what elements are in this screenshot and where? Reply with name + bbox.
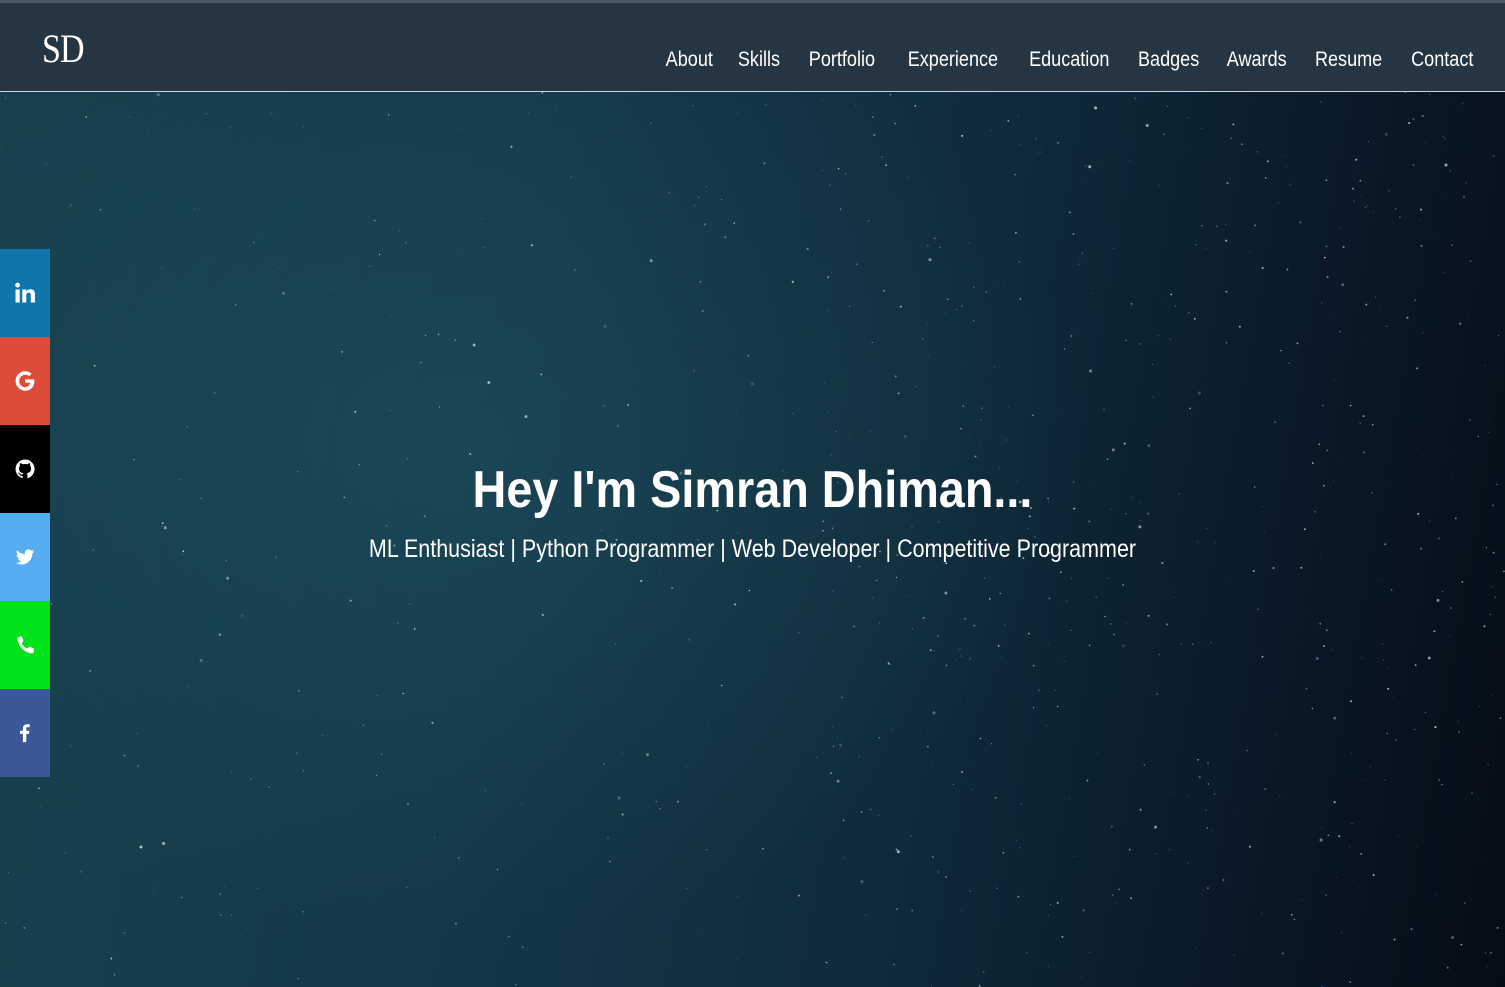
nav-experience[interactable]: Experience: [908, 48, 998, 72]
twitter-icon: [15, 549, 35, 565]
google-icon: [15, 371, 35, 391]
social-sidebar: [0, 249, 50, 777]
twitter-button[interactable]: [0, 513, 50, 601]
nav-portfolio[interactable]: Portfolio: [809, 48, 875, 72]
phone-icon: [17, 636, 34, 654]
nav-contact[interactable]: Contact: [1411, 48, 1473, 72]
github-button[interactable]: [0, 425, 50, 513]
linkedin-icon: [15, 282, 35, 303]
google-button[interactable]: [0, 337, 50, 425]
facebook-icon: [20, 724, 30, 743]
hero-tagline: ML Enthusiast | Python Programmer | Web …: [368, 535, 1137, 563]
nav-badges[interactable]: Badges: [1138, 48, 1199, 72]
github-icon: [15, 459, 35, 479]
portfolio-page: SD About Skills Portfolio Experience Edu…: [0, 0, 1505, 987]
nav-skills[interactable]: Skills: [738, 48, 780, 72]
phone-button[interactable]: [0, 601, 50, 689]
brand-logo[interactable]: SD: [42, 29, 85, 69]
nav-resume[interactable]: Resume: [1315, 48, 1382, 72]
nav-about[interactable]: About: [666, 48, 713, 72]
facebook-button[interactable]: [0, 689, 50, 777]
main-nav: About Skills Portfolio Experience Educat…: [632, 48, 1473, 72]
linkedin-button[interactable]: [0, 249, 50, 337]
navbar: SD About Skills Portfolio Experience Edu…: [0, 3, 1505, 92]
hero-headline: Hey I'm Simran Dhiman...: [472, 461, 1033, 519]
nav-education[interactable]: Education: [1029, 48, 1109, 72]
nav-awards[interactable]: Awards: [1227, 48, 1287, 72]
